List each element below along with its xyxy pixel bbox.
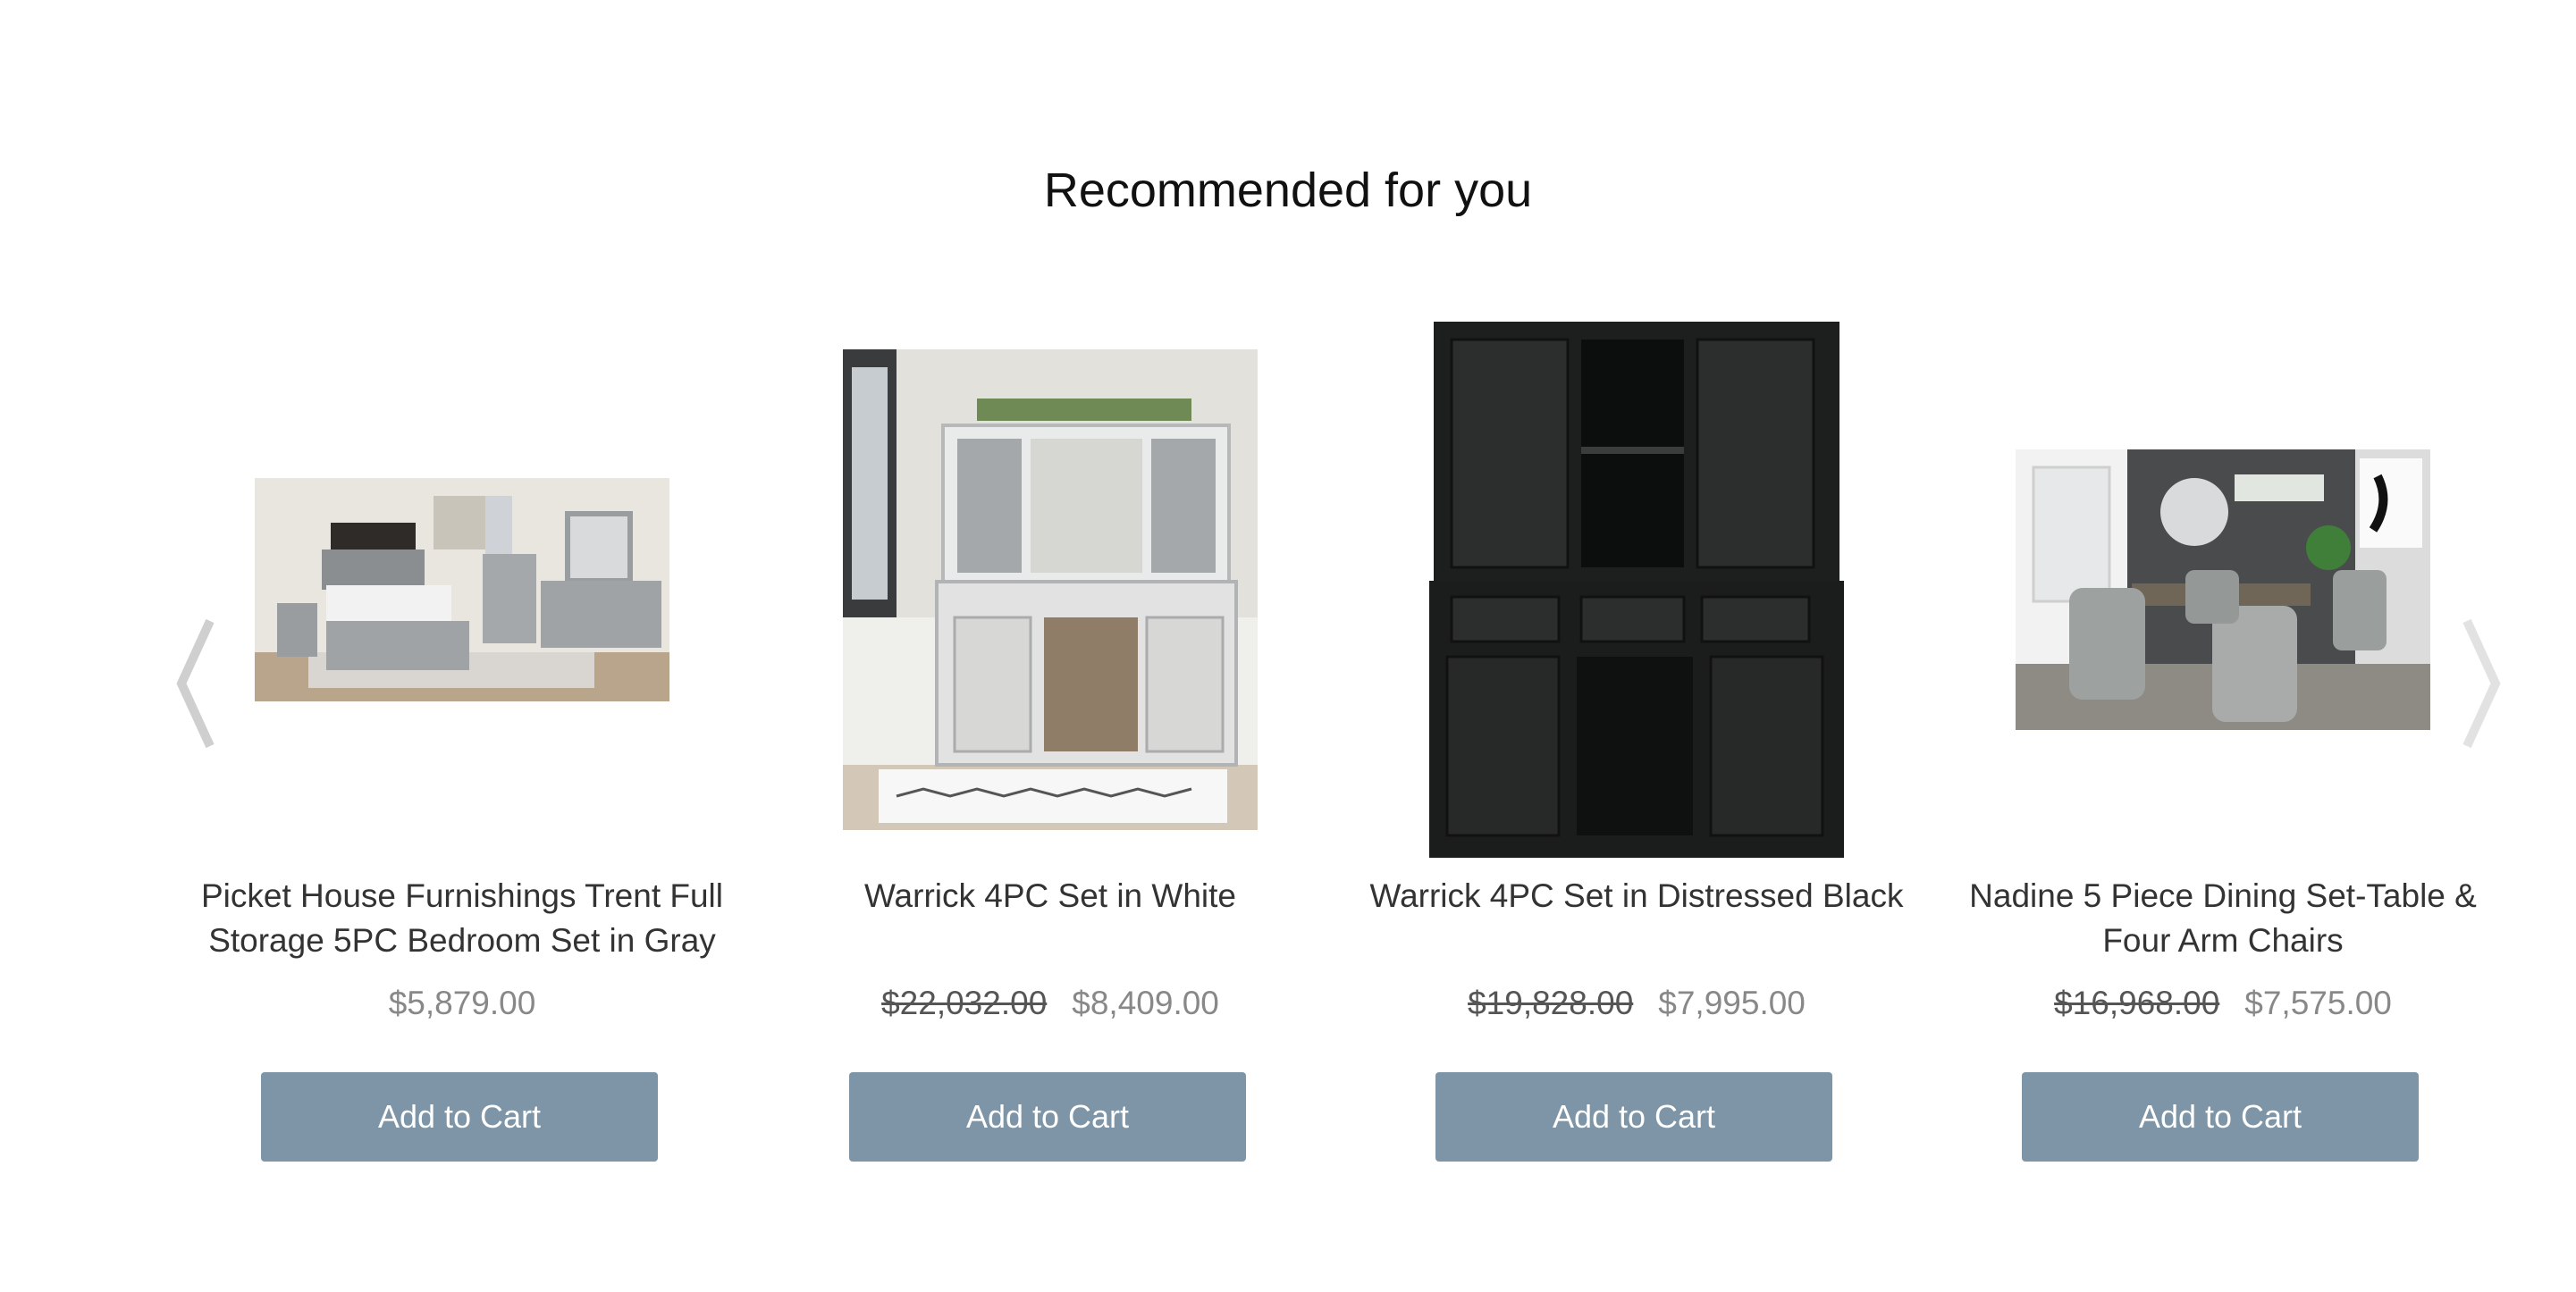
product-card: Picket House Furnishings Trent Full Stor… [176, 304, 748, 1179]
product-image-link[interactable] [764, 304, 1336, 876]
carousel-next-button[interactable] [2458, 617, 2503, 751]
product-image [843, 349, 1258, 830]
price-group: $16,968.00 $7,575.00 [1937, 981, 2509, 1026]
product-card: Nadine 5 Piece Dining Set-Table & Four A… [1937, 304, 2509, 1179]
original-price: $16,968.00 [2054, 985, 2220, 1021]
price-group: $5,879.00 [176, 981, 748, 1026]
product-image-link[interactable] [1351, 304, 1923, 876]
product-title[interactable]: Warrick 4PC Set in White [764, 874, 1336, 919]
sale-price: $8,409.00 [1072, 985, 1219, 1021]
add-to-cart-button[interactable]: Add to Cart [849, 1072, 1246, 1162]
add-to-cart-button[interactable]: Add to Cart [1435, 1072, 1832, 1162]
price-group: $19,828.00 $7,995.00 [1351, 981, 1923, 1026]
product-image [255, 478, 669, 701]
add-to-cart-button[interactable]: Add to Cart [2022, 1072, 2419, 1162]
product-card: Warrick 4PC Set in Distressed Black $19,… [1351, 304, 1923, 1179]
price-group: $22,032.00 $8,409.00 [764, 981, 1336, 1026]
sale-price: $7,995.00 [1658, 985, 1806, 1021]
sale-price: $7,575.00 [2244, 985, 2392, 1021]
product-image [2016, 449, 2430, 730]
chevron-right-icon [2462, 618, 2501, 749]
sale-price: $5,879.00 [388, 985, 536, 1021]
add-to-cart-button[interactable]: Add to Cart [261, 1072, 658, 1162]
original-price: $22,032.00 [881, 985, 1048, 1021]
original-price: $19,828.00 [1468, 985, 1634, 1021]
product-image-link[interactable] [1937, 304, 2509, 876]
product-title[interactable]: Picket House Furnishings Trent Full Stor… [176, 874, 748, 963]
product-image [1429, 322, 1844, 858]
product-title[interactable]: Nadine 5 Piece Dining Set-Table & Four A… [1937, 874, 2509, 963]
product-card: Warrick 4PC Set in White $22,032.00 $8,40… [764, 304, 1336, 1179]
section-title: Recommended for you [1043, 163, 1533, 217]
product-image-link[interactable] [176, 304, 748, 876]
product-title[interactable]: Warrick 4PC Set in Distressed Black [1351, 874, 1923, 919]
